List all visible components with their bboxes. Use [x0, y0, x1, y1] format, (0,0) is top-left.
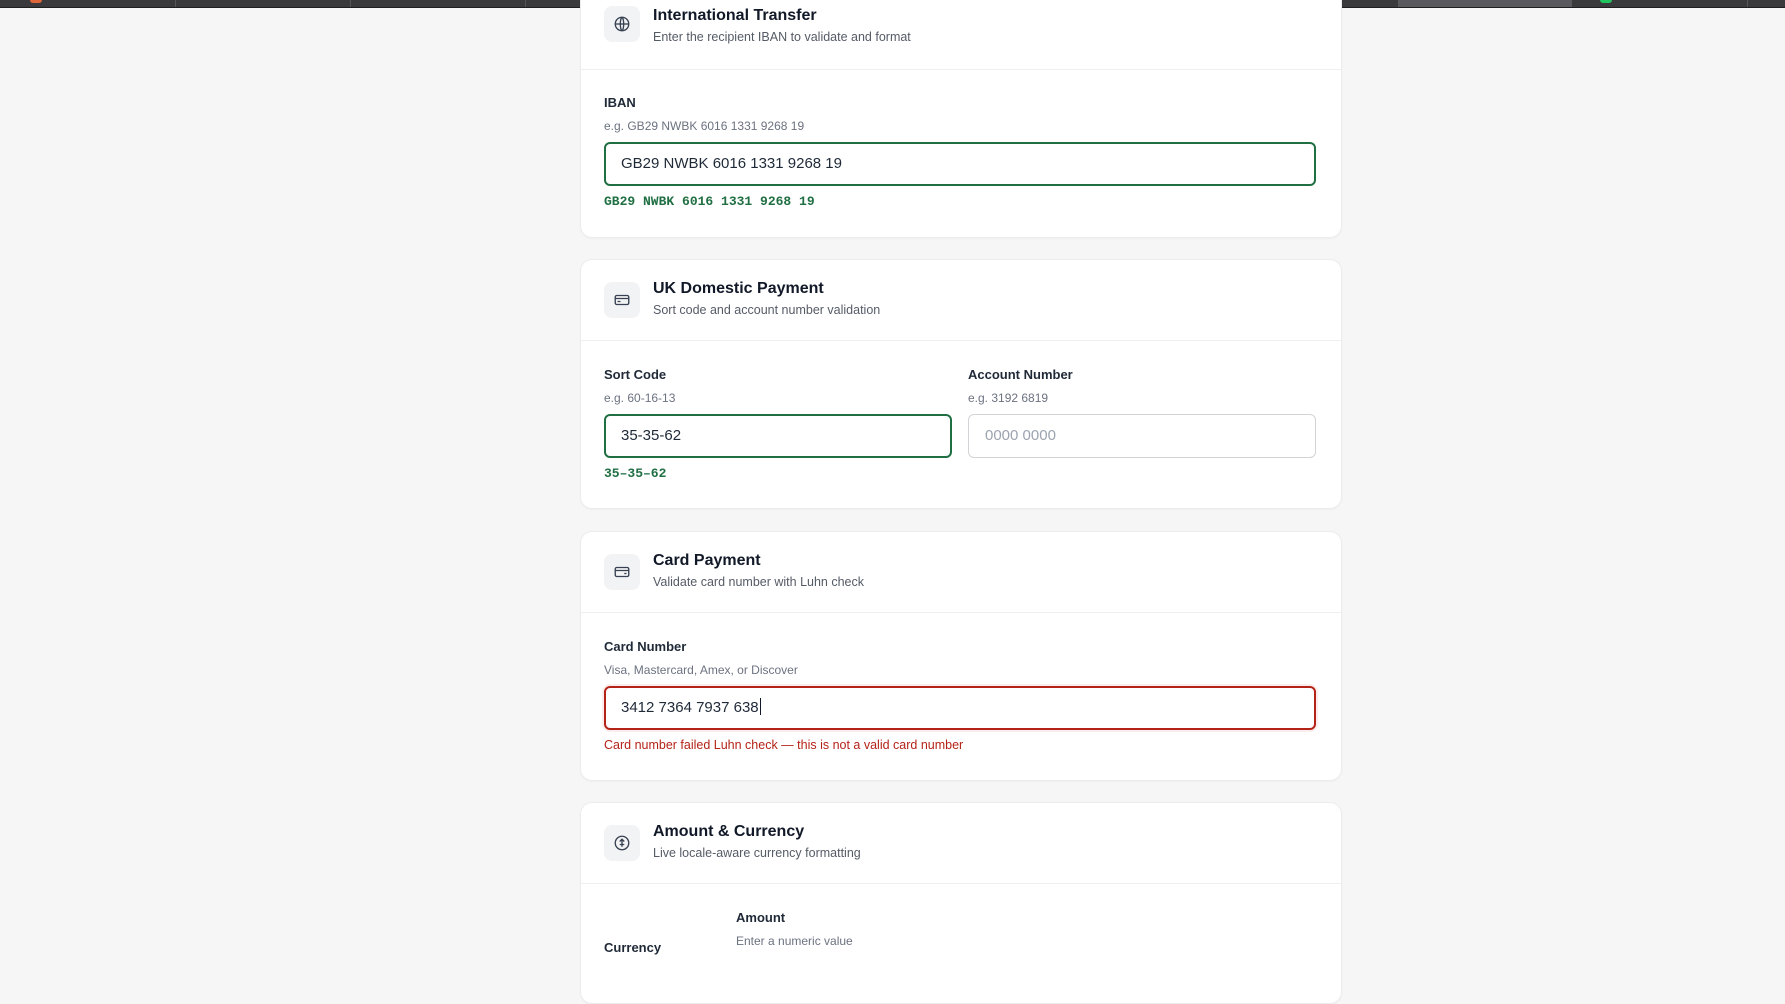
uk-domestic-payment-card: UK Domestic Payment Sort code and accoun…	[580, 259, 1342, 509]
card-title: Card Payment	[653, 552, 761, 569]
currency-field: Currency	[604, 940, 704, 955]
field-label: Amount	[736, 910, 786, 925]
card-subtitle: Live locale-aware currency formatting	[653, 846, 861, 860]
iban-formatted-value: GB29 NWBK 6016 1331 9268 19	[604, 194, 815, 209]
account-number-field: Account Number e.g. 3192 6819 0000 0000	[968, 367, 1316, 458]
field-label: Card Number	[604, 639, 687, 654]
card-header: Card Payment Validate card number with L…	[581, 532, 1341, 613]
card-header: Amount & Currency Live locale-aware curr…	[581, 803, 1341, 884]
card-number-field: Card Number Visa, Mastercard, Amex, or D…	[604, 639, 1316, 752]
card-subtitle: Sort code and account number validation	[653, 303, 881, 317]
sort-code-input[interactable]: 35-35-62	[604, 414, 952, 458]
field-hint: Visa, Mastercard, Amex, or Discover	[604, 663, 798, 677]
international-transfer-card: International Transfer Enter the recipie…	[580, 0, 1342, 238]
browser-tab[interactable]	[350, 0, 526, 7]
iban-field: IBAN e.g. GB29 NWBK 6016 1331 9268 19 GB…	[604, 95, 1316, 209]
browser-tab[interactable]	[175, 0, 351, 7]
currency-exchange-icon	[604, 825, 640, 861]
card-number-error-message: Card number failed Luhn check — this is …	[604, 738, 964, 752]
credit-card-icon	[604, 554, 640, 590]
card-title: Amount & Currency	[653, 823, 805, 840]
field-hint: Enter a numeric value	[736, 934, 853, 948]
card-number-value: 3412 7364 7937 638	[621, 699, 759, 716]
field-hint: e.g. 3192 6819	[968, 391, 1049, 405]
text-caret	[759, 698, 761, 715]
field-hint: e.g. 60-16-13	[604, 391, 676, 405]
tab-favicon-icon	[1600, 0, 1612, 3]
browser-tab-active[interactable]	[1398, 0, 1572, 7]
bank-card-icon	[604, 282, 640, 318]
card-subtitle: Enter the recipient IBAN to validate and…	[653, 30, 911, 44]
field-label: Account Number	[968, 367, 1073, 382]
globe-icon	[604, 6, 640, 42]
sort-code-formatted-value: 35–35–62	[604, 466, 667, 481]
field-label: IBAN	[604, 95, 636, 110]
card-header: International Transfer Enter the recipie…	[581, 0, 1341, 70]
field-label: Currency	[604, 940, 662, 955]
amount-field: Amount Enter a numeric value	[736, 910, 1316, 948]
card-title: International Transfer	[653, 7, 817, 24]
browser-tab[interactable]	[1572, 0, 1748, 7]
card-subtitle: Validate card number with Luhn check	[653, 575, 864, 589]
field-label: Sort Code	[604, 367, 667, 382]
account-number-input[interactable]: 0000 0000	[968, 414, 1316, 458]
card-title: UK Domestic Payment	[653, 280, 824, 297]
card-number-input[interactable]: 3412 7364 7937 638	[604, 686, 1316, 730]
card-header: UK Domestic Payment Sort code and accoun…	[581, 260, 1341, 341]
field-hint: e.g. GB29 NWBK 6016 1331 9268 19	[604, 119, 805, 133]
browser-tab[interactable]	[0, 0, 176, 7]
iban-input[interactable]: GB29 NWBK 6016 1331 9268 19	[604, 142, 1316, 186]
sort-code-field: Sort Code e.g. 60-16-13 35-35-62 35–35–6…	[604, 367, 952, 481]
card-payment-card: Card Payment Validate card number with L…	[580, 531, 1342, 781]
amount-currency-card: Amount & Currency Live locale-aware curr…	[580, 802, 1342, 1004]
tab-favicon-icon	[30, 0, 42, 3]
